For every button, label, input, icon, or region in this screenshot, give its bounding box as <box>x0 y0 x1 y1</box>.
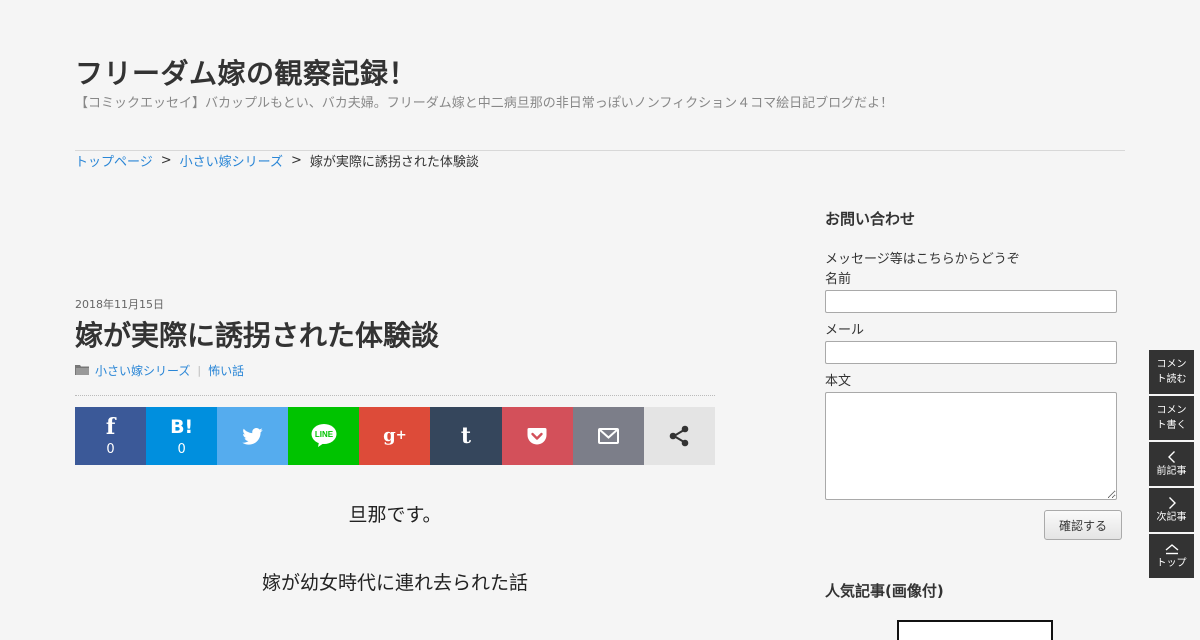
line-icon: LINE <box>311 424 337 447</box>
email-label: メール <box>825 323 865 338</box>
next-post-label: 次記事 <box>1156 511 1187 523</box>
share-icon <box>668 425 690 447</box>
post-title: 嫁が実際に誘拐された体験談 <box>75 319 440 352</box>
breadcrumb-category-link[interactable]: 小さい嫁シリーズ <box>180 151 283 170</box>
facebook-share-button[interactable]: f 0 <box>75 407 147 465</box>
share-count: 0 <box>177 441 186 457</box>
breadcrumb-separator: > <box>160 152 172 168</box>
twitter-bird-icon <box>242 425 263 447</box>
confirm-button[interactable]: 確認する <box>1044 510 1122 540</box>
pocket-share-button[interactable] <box>501 407 573 465</box>
google-plus-icon: g + <box>383 425 407 446</box>
back-to-top-button[interactable]: トップ <box>1149 534 1194 578</box>
pocket-icon <box>527 425 547 447</box>
email-field[interactable] <box>825 341 1117 364</box>
read-comments-button[interactable]: コメント読む <box>1149 350 1194 394</box>
hatena-bookmark-button[interactable]: B! 0 <box>146 407 218 465</box>
back-to-top-label: トップ <box>1156 557 1187 569</box>
name-label: 名前 <box>825 272 852 287</box>
previous-post-label: 前記事 <box>1156 465 1187 477</box>
previous-post-button[interactable]: 前記事 <box>1149 442 1194 486</box>
site-description: 【コミックエッセイ】バカップルもとい、バカ夫婦。フリーダム嫁と中二病旦那の非日常… <box>75 96 894 111</box>
post-body-line: 旦那です。 <box>348 504 442 526</box>
message-label: 本文 <box>825 374 852 389</box>
svg-text:LINE: LINE <box>315 430 334 439</box>
read-comments-label: コメント読む <box>1156 359 1187 385</box>
site-title[interactable]: フリーダム嫁の観察記録！ <box>75 52 417 92</box>
next-post-button[interactable]: 次記事 <box>1149 488 1194 532</box>
share-buttons: f 0 B! 0 LINE g + t <box>75 407 715 465</box>
chevron-up-icon <box>1164 542 1180 556</box>
mail-envelope-icon <box>597 425 619 447</box>
message-textarea[interactable] <box>825 392 1117 500</box>
tumblr-share-button[interactable]: t <box>430 407 502 465</box>
hatena-bookmark-icon: B! <box>170 415 194 438</box>
tumblr-icon: t <box>460 423 472 449</box>
popular-posts-title: 人気記事(画像付) <box>825 582 944 600</box>
mail-share-button[interactable] <box>572 407 644 465</box>
post-categories: 小さい嫁シリーズ | 怖い話 <box>75 362 244 378</box>
breadcrumb: トップページ > 小さい嫁シリーズ > 嫁が実際に誘拐された体験談 <box>75 151 479 170</box>
dotted-divider <box>75 395 715 396</box>
write-comment-button[interactable]: コメント書く <box>1149 396 1194 440</box>
twitter-share-button[interactable] <box>217 407 289 465</box>
contact-intro: メッセージ等はこちらからどうぞ <box>825 252 1020 267</box>
write-comment-label: コメント書く <box>1156 405 1187 431</box>
breadcrumb-separator: > <box>291 152 302 168</box>
chevron-right-icon <box>1167 496 1177 510</box>
more-share-button[interactable] <box>643 407 715 465</box>
post-body-line: 嫁が幼女時代に連れ去られた話 <box>261 572 528 594</box>
share-count: 0 <box>106 441 115 457</box>
line-share-button[interactable]: LINE <box>288 407 360 465</box>
category-link[interactable]: 怖い話 <box>208 362 244 379</box>
chevron-left-icon <box>1167 450 1177 464</box>
facebook-icon: f <box>105 413 116 440</box>
name-field[interactable] <box>825 290 1117 313</box>
folder-icon <box>75 364 91 376</box>
breadcrumb-current: 嫁が実際に誘拐された体験談 <box>309 154 479 170</box>
category-divider: | <box>197 363 202 377</box>
google-plus-share-button[interactable]: g + <box>359 407 431 465</box>
contact-widget-title: お問い合わせ <box>825 210 916 228</box>
category-link[interactable]: 小さい嫁シリーズ <box>95 362 190 379</box>
breadcrumb-home-link[interactable]: トップページ <box>75 151 153 170</box>
post-date: 2018年11月15日 <box>75 298 164 311</box>
popular-post-thumbnail[interactable] <box>897 620 1053 640</box>
